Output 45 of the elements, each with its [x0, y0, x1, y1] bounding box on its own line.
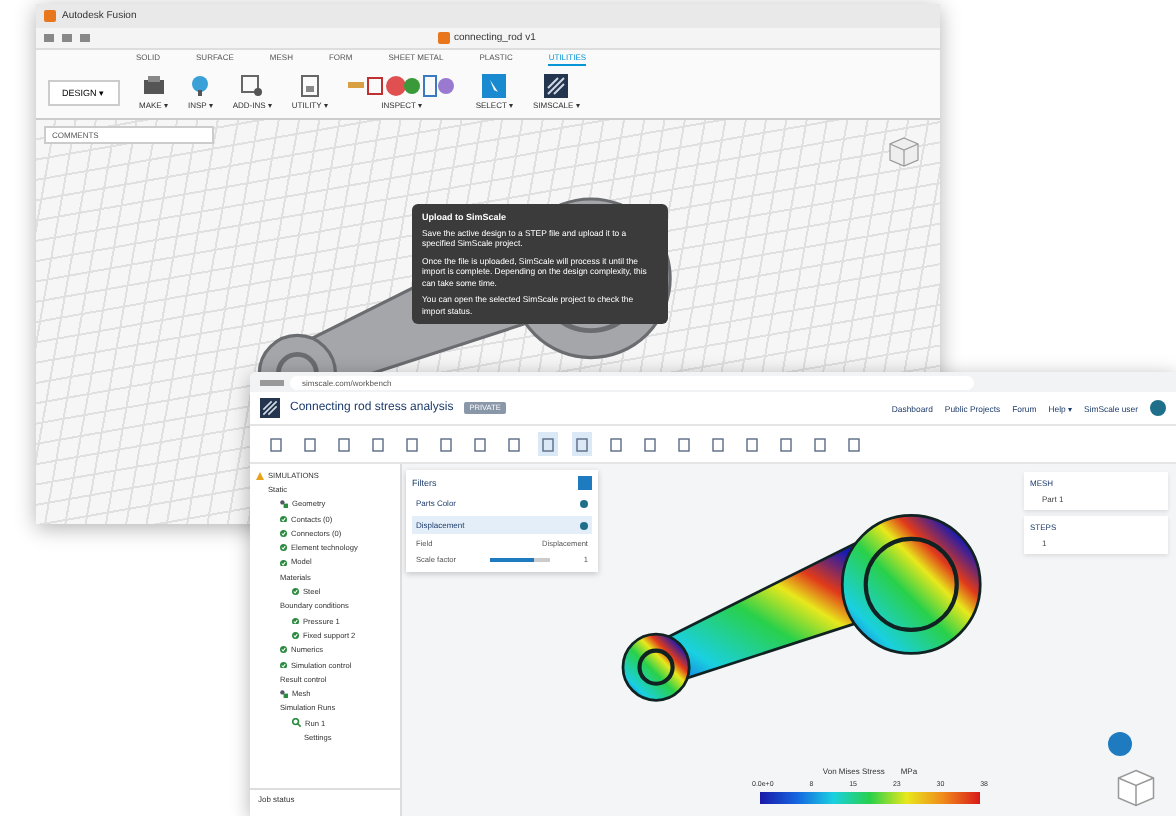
tool-icons-drawing	[347, 74, 456, 98]
check-circle-icon	[280, 515, 287, 523]
avatar[interactable]	[1150, 400, 1166, 416]
shapes-icon	[280, 500, 288, 509]
check-circle-icon	[280, 530, 287, 538]
logo-icon	[260, 398, 280, 418]
toolbar-button[interactable]	[266, 432, 286, 456]
probe-icon	[188, 74, 213, 98]
toolbar-button[interactable]	[470, 432, 490, 456]
design-icon	[438, 32, 450, 44]
warning-icon	[256, 471, 264, 480]
app-icon	[44, 10, 56, 22]
view-cube-icon[interactable]	[888, 136, 920, 168]
toolbar-button[interactable]	[640, 432, 660, 456]
toolbar-button[interactable]	[606, 432, 626, 456]
check-circle-icon	[280, 544, 287, 552]
toolbar-button[interactable]	[674, 432, 694, 456]
magnifier-icon	[292, 718, 301, 728]
printer-icon	[141, 74, 166, 98]
toolbar-button[interactable]	[538, 432, 558, 456]
toolbar-button[interactable]	[334, 432, 354, 456]
check-circle-icon	[292, 632, 299, 640]
view-cube-icon[interactable]	[1116, 768, 1156, 808]
toolbar-button[interactable]	[436, 432, 456, 456]
toolbar-button[interactable]	[742, 432, 762, 456]
check-circle-icon	[292, 588, 299, 596]
toolbar-button[interactable]	[504, 432, 524, 456]
document-icon	[297, 74, 322, 98]
plugin-icon	[240, 74, 265, 98]
toolbar-button[interactable]	[572, 432, 592, 456]
shapes-icon	[280, 690, 288, 699]
toolbar-button[interactable]	[708, 432, 728, 456]
check-circle-icon	[292, 617, 299, 625]
chat-button[interactable]	[1108, 732, 1132, 756]
check-circle-icon	[280, 661, 287, 669]
cursor-icon	[482, 74, 507, 98]
toolbar-button[interactable]	[844, 432, 864, 456]
toolbar-button[interactable]	[402, 432, 422, 456]
logo-icon	[544, 74, 569, 98]
check-circle-icon	[280, 646, 287, 654]
check-circle-icon	[280, 559, 287, 567]
toolbar-button[interactable]	[810, 432, 830, 456]
toolbar-button[interactable]	[368, 432, 388, 456]
toolbar-button[interactable]	[300, 432, 320, 456]
toolbar-button[interactable]	[776, 432, 796, 456]
